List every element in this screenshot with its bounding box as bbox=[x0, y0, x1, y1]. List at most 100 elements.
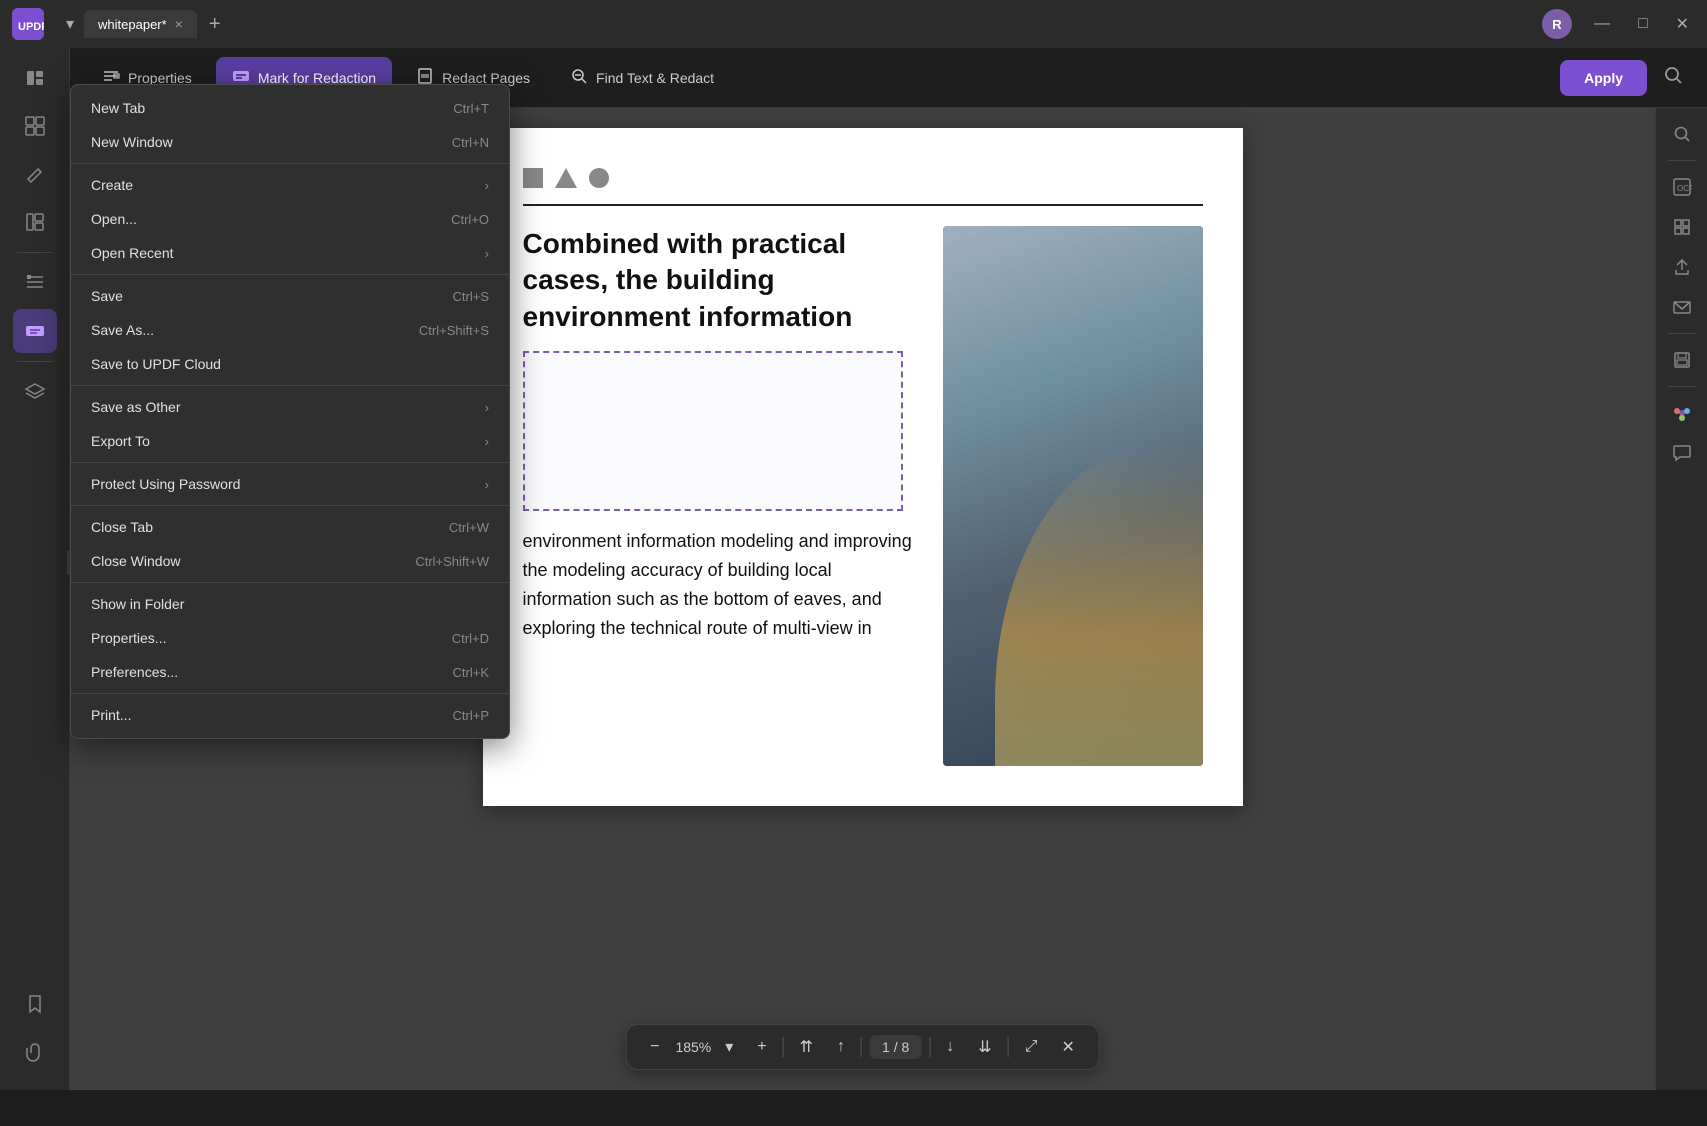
left-sidebar bbox=[0, 48, 70, 1090]
minimize-button[interactable]: — bbox=[1588, 13, 1616, 35]
menu-close-tab-label: Close Tab bbox=[91, 519, 153, 535]
fit-button[interactable]: ⤢ bbox=[1017, 1034, 1046, 1060]
menu-print-label: Print... bbox=[91, 707, 131, 723]
sidebar-divider-1 bbox=[17, 252, 53, 253]
next-page-button[interactable]: ↓ bbox=[938, 1034, 962, 1060]
maximize-button[interactable]: □ bbox=[1632, 13, 1654, 35]
close-tab-button[interactable]: × bbox=[175, 16, 183, 32]
updf-logo-icon: UPDF bbox=[12, 8, 44, 40]
sidebar-icon-redact[interactable] bbox=[13, 309, 57, 353]
last-page-button[interactable]: ⇊ bbox=[970, 1033, 999, 1061]
menu-divider-2 bbox=[71, 274, 509, 275]
toolbar-search-icon[interactable] bbox=[1655, 57, 1691, 99]
sidebar-icon-annotation[interactable] bbox=[13, 152, 57, 196]
menu-show-in-folder[interactable]: Show in Folder bbox=[71, 587, 509, 621]
right-divider-1 bbox=[1668, 160, 1696, 161]
menu-preferences-shortcut: Ctrl+K bbox=[453, 665, 489, 680]
menu-export-to-label: Export To bbox=[91, 433, 150, 449]
menu-save-other[interactable]: Save as Other › bbox=[71, 390, 509, 424]
sidebar-icon-layers[interactable] bbox=[13, 370, 57, 414]
page-view-icon bbox=[24, 67, 46, 89]
sidebar-icon-page-view[interactable] bbox=[13, 56, 57, 100]
menu-create-arrow: › bbox=[485, 178, 489, 193]
sidebar-icon-bookmark[interactable] bbox=[13, 982, 57, 1026]
sidebar-icon-edit[interactable] bbox=[13, 200, 57, 244]
menu-create[interactable]: Create › bbox=[71, 168, 509, 202]
form-icon bbox=[24, 272, 46, 294]
close-window-button[interactable]: ✕ bbox=[1670, 12, 1695, 36]
right-save-icon[interactable] bbox=[1664, 342, 1700, 378]
right-sidebar: OCR bbox=[1655, 108, 1707, 1090]
sidebar-icon-zoom[interactable] bbox=[13, 104, 57, 148]
menu-open-recent[interactable]: Open Recent › bbox=[71, 236, 509, 270]
find-text-redact-button[interactable]: Find Text & Redact bbox=[554, 57, 730, 98]
menu-export-to[interactable]: Export To › bbox=[71, 424, 509, 458]
main-layout: › New Tab Ctrl+T New Window Ctrl+N Creat… bbox=[0, 48, 1707, 1090]
right-search-icon[interactable] bbox=[1664, 116, 1700, 152]
user-avatar[interactable]: R bbox=[1542, 9, 1572, 39]
menu-close-window[interactable]: Close Window Ctrl+Shift+W bbox=[71, 544, 509, 578]
right-scan-icon[interactable] bbox=[1664, 209, 1700, 245]
find-text-redact-icon bbox=[570, 67, 588, 88]
menu-new-tab-shortcut: Ctrl+T bbox=[453, 101, 489, 116]
menu-save-as-label: Save As... bbox=[91, 322, 154, 338]
menu-save-cloud-label: Save to UPDF Cloud bbox=[91, 356, 221, 372]
edit-icon bbox=[24, 211, 46, 233]
pdf-divider bbox=[523, 204, 1203, 206]
menu-close-tab[interactable]: Close Tab Ctrl+W bbox=[71, 510, 509, 544]
menu-new-window[interactable]: New Window Ctrl+N bbox=[71, 125, 509, 159]
menu-preferences[interactable]: Preferences... Ctrl+K bbox=[71, 655, 509, 689]
apply-button[interactable]: Apply bbox=[1560, 60, 1647, 96]
right-chat-icon[interactable] bbox=[1664, 435, 1700, 471]
svg-text:OCR: OCR bbox=[1677, 184, 1692, 193]
right-ocr-icon[interactable]: OCR bbox=[1664, 169, 1700, 205]
add-tab-button[interactable]: + bbox=[201, 9, 229, 40]
sidebar-icon-form[interactable] bbox=[13, 261, 57, 305]
sidebar-divider-2 bbox=[17, 361, 53, 362]
menu-protect-password[interactable]: Protect Using Password › bbox=[71, 467, 509, 501]
active-tab[interactable]: whitepaper* × bbox=[84, 10, 197, 38]
menu-properties[interactable]: Properties... Ctrl+D bbox=[71, 621, 509, 655]
menu-open[interactable]: Open... Ctrl+O bbox=[71, 202, 509, 236]
menu-new-tab-label: New Tab bbox=[91, 100, 145, 116]
menu-new-window-shortcut: Ctrl+N bbox=[452, 135, 489, 150]
find-text-redact-label: Find Text & Redact bbox=[596, 70, 714, 86]
menu-properties-label: Properties... bbox=[91, 630, 166, 646]
menu-close-window-shortcut: Ctrl+Shift+W bbox=[415, 554, 489, 569]
title-bar: UPDF ▾ whitepaper* × + R — □ ✕ bbox=[0, 0, 1707, 48]
sidebar-bottom bbox=[13, 982, 57, 1082]
sidebar-icon-attachment[interactable] bbox=[13, 1030, 57, 1074]
menu-show-in-folder-label: Show in Folder bbox=[91, 596, 184, 612]
menu-open-recent-arrow: › bbox=[485, 246, 489, 261]
menu-save-as[interactable]: Save As... Ctrl+Shift+S bbox=[71, 313, 509, 347]
menu-print-shortcut: Ctrl+P bbox=[453, 708, 489, 723]
menu-save-label: Save bbox=[91, 288, 123, 304]
tab-dropdown-button[interactable]: ▾ bbox=[60, 10, 80, 38]
menu-new-tab[interactable]: New Tab Ctrl+T bbox=[71, 91, 509, 125]
nav-divider-2 bbox=[861, 1037, 862, 1057]
zoom-out-button[interactable]: − bbox=[642, 1034, 667, 1060]
svg-text:UPDF: UPDF bbox=[18, 21, 44, 33]
zoom-dropdown-button[interactable]: ▾ bbox=[717, 1033, 741, 1061]
attachment-icon bbox=[24, 1041, 46, 1063]
nav-divider-1 bbox=[783, 1037, 784, 1057]
prev-page-button[interactable]: ↑ bbox=[829, 1034, 853, 1060]
menu-divider-3 bbox=[71, 385, 509, 386]
menu-close-window-label: Close Window bbox=[91, 553, 180, 569]
menu-new-window-label: New Window bbox=[91, 134, 173, 150]
menu-properties-shortcut: Ctrl+D bbox=[452, 631, 489, 646]
right-share-icon[interactable] bbox=[1664, 249, 1700, 285]
menu-open-label: Open... bbox=[91, 211, 137, 227]
right-color-icon[interactable] bbox=[1664, 395, 1700, 431]
annotation-icon bbox=[24, 163, 46, 185]
first-page-button[interactable]: ⇈ bbox=[792, 1033, 821, 1061]
zoom-in-button[interactable]: + bbox=[749, 1034, 774, 1060]
menu-save-cloud[interactable]: Save to UPDF Cloud bbox=[71, 347, 509, 381]
right-email-icon[interactable] bbox=[1664, 289, 1700, 325]
close-nav-button[interactable]: ✕ bbox=[1054, 1033, 1083, 1061]
pdf-content: Combined with practical cases, the build… bbox=[523, 226, 1203, 766]
menu-save[interactable]: Save Ctrl+S bbox=[71, 279, 509, 313]
menu-print[interactable]: Print... Ctrl+P bbox=[71, 698, 509, 732]
pdf-page: Combined with practical cases, the build… bbox=[483, 128, 1243, 806]
redaction-selection-box[interactable] bbox=[523, 351, 903, 511]
